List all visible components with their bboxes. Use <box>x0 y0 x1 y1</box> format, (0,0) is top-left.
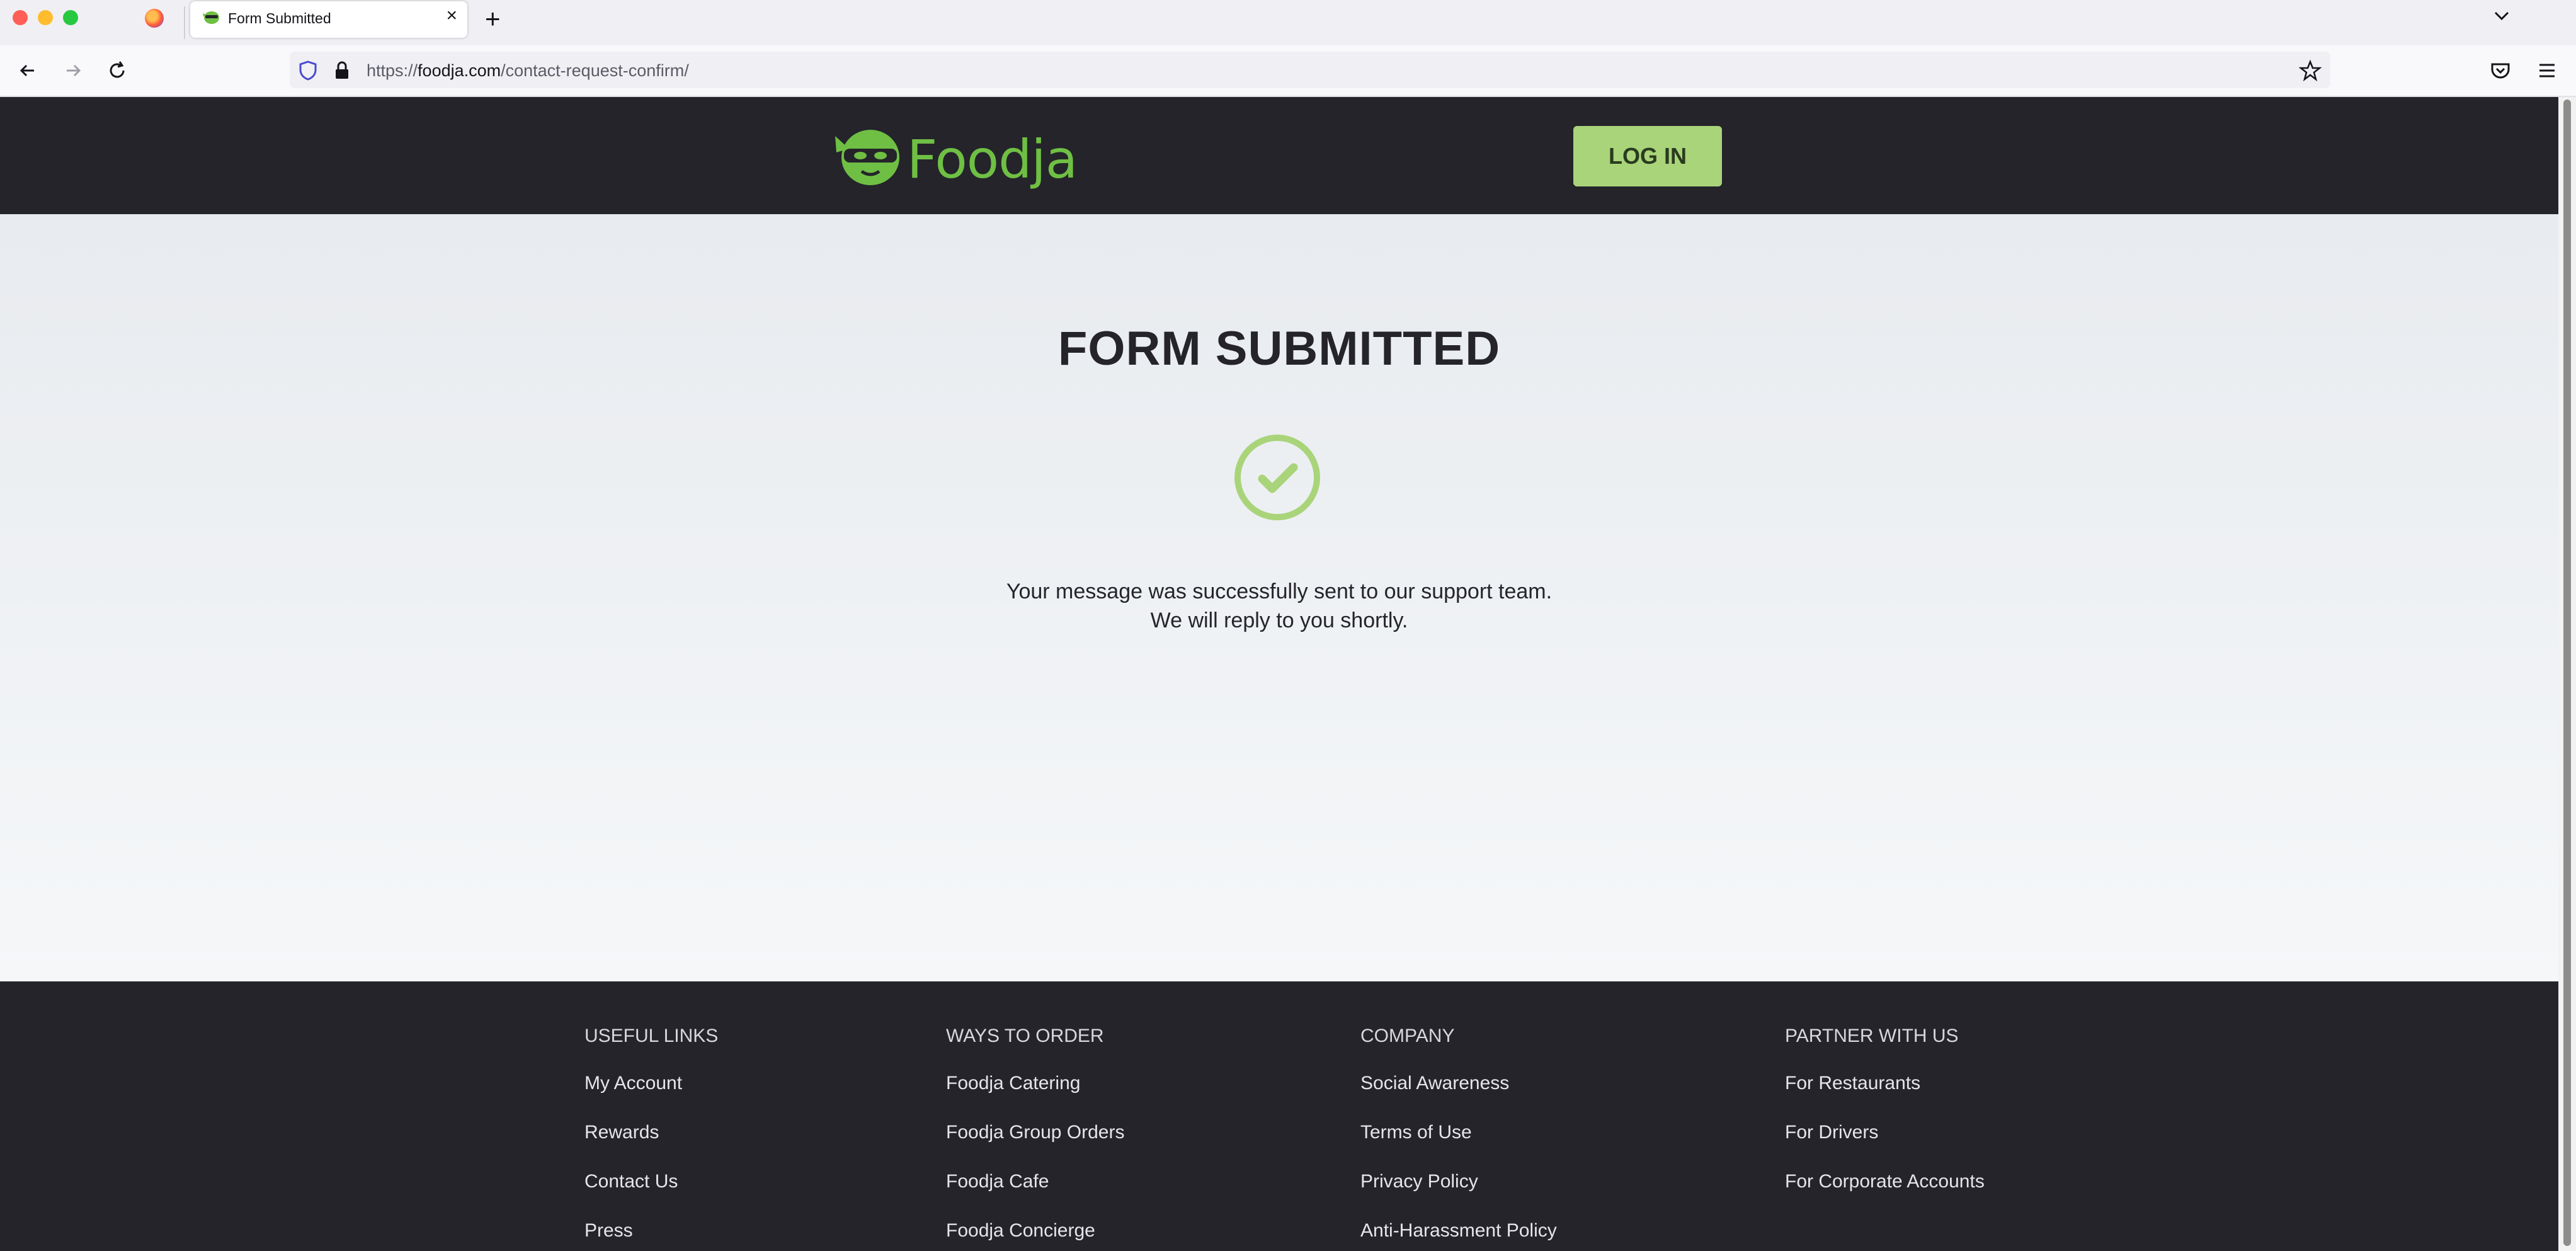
footer-heading: COMPANY <box>1360 1025 1455 1046</box>
footer-link-for-corporate-accounts[interactable]: For Corporate Accounts <box>1785 1170 1985 1220</box>
tab-separator <box>184 6 185 39</box>
forward-arrow-icon[interactable] <box>60 58 86 83</box>
footer-link-foodja-catering[interactable]: Foodja Catering <box>946 1072 1124 1121</box>
confirmation-message-line1: Your message was successfully sent to ou… <box>1006 580 1553 603</box>
footer-link-anti-harassment-policy[interactable]: Anti-Harassment Policy <box>1360 1220 1557 1251</box>
foodja-logo[interactable]: Foodja <box>833 125 1078 190</box>
window-minimize-button[interactable] <box>38 10 53 25</box>
main-content: FORM SUBMITTED Your message was successf… <box>0 214 2558 981</box>
footer-heading: WAYS TO ORDER <box>946 1025 1104 1046</box>
site-footer: USEFUL LINKS My Account Rewards Contact … <box>0 981 2558 1251</box>
pocket-icon[interactable] <box>2489 59 2512 82</box>
firefox-view-icon[interactable] <box>145 9 164 28</box>
footer-link-contact-us[interactable]: Contact Us <box>584 1170 718 1220</box>
url-host: foodja.com <box>418 61 501 80</box>
url-text[interactable]: https://foodja.com/contact-request-confi… <box>367 61 689 81</box>
reload-icon[interactable] <box>105 58 130 83</box>
scrollbar-thumb[interactable] <box>2563 100 2571 1246</box>
footer-link-foodja-concierge[interactable]: Foodja Concierge <box>946 1220 1124 1251</box>
chevron-down-icon[interactable] <box>2490 4 2513 29</box>
logo-text: Foodja <box>907 129 1078 190</box>
ninja-mascot-icon <box>835 130 899 185</box>
confirmation-message-line2: We will reply to you shortly. <box>1150 608 1408 632</box>
login-button[interactable]: LOG IN <box>1573 126 1722 186</box>
footer-column-ways-to-order: WAYS TO ORDER Foodja Catering Foodja Gro… <box>946 1025 1124 1251</box>
footer-link-social-awareness[interactable]: Social Awareness <box>1360 1072 1557 1121</box>
footer-link-my-account[interactable]: My Account <box>584 1072 718 1121</box>
page-viewport: Foodja LOG IN FORM SUBMITTED Your messag… <box>0 97 2558 1251</box>
footer-link-for-drivers[interactable]: For Drivers <box>1785 1121 1985 1170</box>
foodja-favicon-icon <box>203 11 219 24</box>
back-arrow-icon[interactable] <box>15 58 40 83</box>
browser-tab-bar: Form Submitted × + <box>0 0 2576 45</box>
footer-heading: USEFUL LINKS <box>584 1025 719 1046</box>
footer-heading: PARTNER WITH US <box>1785 1025 1959 1046</box>
site-header: Foodja LOG IN <box>0 97 2558 214</box>
footer-column-company: COMPANY Social Awareness Terms of Use Pr… <box>1360 1025 1557 1251</box>
footer-link-foodja-cafe[interactable]: Foodja Cafe <box>946 1170 1124 1220</box>
footer-link-for-restaurants[interactable]: For Restaurants <box>1785 1072 1985 1121</box>
check-circle-icon <box>1234 435 1320 520</box>
bookmark-star-icon[interactable] <box>2299 59 2322 82</box>
new-tab-button[interactable]: + <box>485 4 501 34</box>
url-prefix: https:// <box>367 61 418 80</box>
tab-close-icon[interactable]: × <box>446 6 457 25</box>
browser-nav-bar: https://foodja.com/contact-request-confi… <box>0 45 2576 97</box>
footer-link-privacy-policy[interactable]: Privacy Policy <box>1360 1170 1557 1220</box>
window-maximize-button[interactable] <box>63 10 78 25</box>
hamburger-menu-icon[interactable] <box>2536 59 2558 82</box>
footer-link-foodja-group-orders[interactable]: Foodja Group Orders <box>946 1121 1124 1170</box>
url-bar[interactable]: https://foodja.com/contact-request-confi… <box>290 52 2330 88</box>
window-close-button[interactable] <box>13 10 28 25</box>
footer-link-terms-of-use[interactable]: Terms of Use <box>1360 1121 1557 1170</box>
footer-column-useful-links: USEFUL LINKS My Account Rewards Contact … <box>584 1025 718 1251</box>
footer-link-press[interactable]: Press <box>584 1220 718 1251</box>
footer-link-rewards[interactable]: Rewards <box>584 1121 718 1170</box>
tab-form-submitted[interactable]: Form Submitted × <box>190 1 467 38</box>
tracking-shield-icon[interactable] <box>299 60 317 81</box>
footer-column-partner-with-us: PARTNER WITH US For Restaurants For Driv… <box>1785 1025 1985 1220</box>
page-scrollbar[interactable] <box>2558 97 2576 1251</box>
url-path: /contact-request-confirm/ <box>501 61 689 80</box>
tab-title: Form Submitted <box>228 10 331 26</box>
lock-icon[interactable] <box>334 60 350 81</box>
page-title: FORM SUBMITTED <box>1057 322 1501 375</box>
